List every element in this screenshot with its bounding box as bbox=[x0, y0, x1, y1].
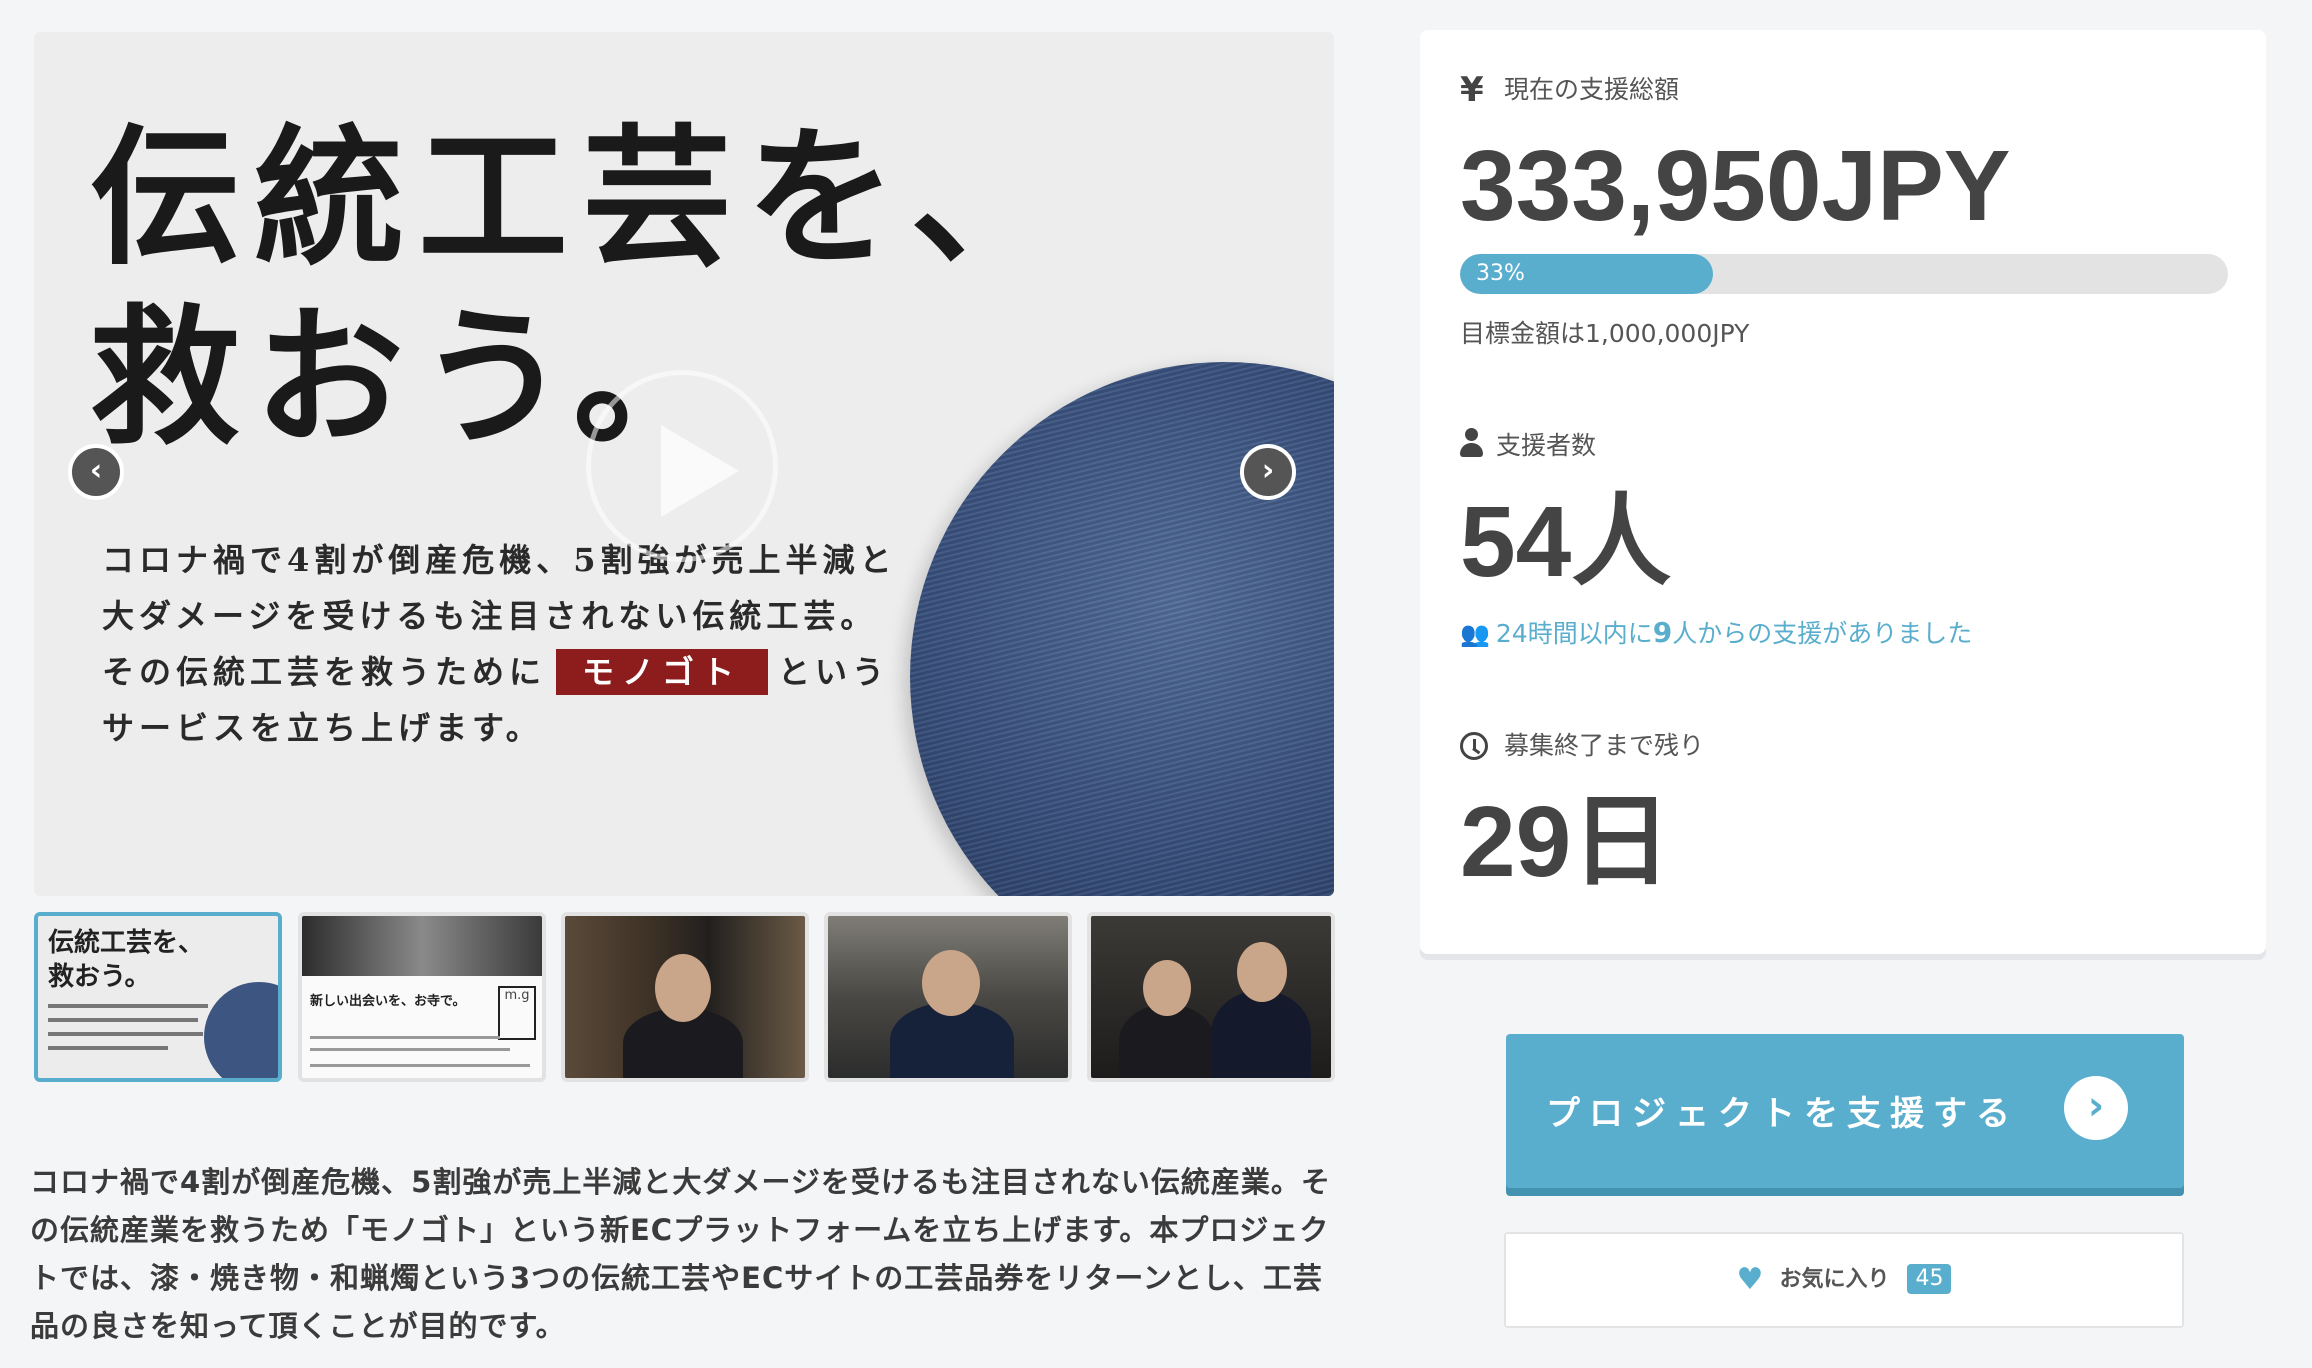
chevron-right-icon[interactable]: › bbox=[1240, 444, 1296, 500]
recent-suffix: 人からの支援がありました bbox=[1672, 619, 1973, 648]
funding-progress-fill: 33% bbox=[1460, 254, 1714, 294]
thumbnail-2-logo: m.g bbox=[498, 986, 536, 1040]
hero-body-line-1: コロナ禍で4割が倒産危機、5割強が売上半減と bbox=[102, 541, 897, 579]
funding-label-row: ¥ 現在の支援総額 bbox=[1460, 70, 1679, 110]
thumbnail-1-title: 伝統工芸を、 救おう。 bbox=[48, 928, 205, 992]
funding-amount: 333,950JPY bbox=[1460, 130, 2011, 242]
thumbnail-3[interactable] bbox=[561, 912, 809, 1082]
thumbnail-2[interactable]: 新しい出会いを、お寺で。 m.g bbox=[298, 912, 546, 1082]
favorite-button[interactable]: ♥ お気に入り 45 bbox=[1504, 1232, 2184, 1328]
backers-count: 54人 bbox=[1460, 486, 1672, 598]
hero-carousel[interactable]: 伝統工芸を、 救おう。 コロナ禍で4割が倒産危機、5割強が売上半減と 大ダメージ… bbox=[34, 32, 1334, 896]
funding-goal: 目標金額は1,000,000JPY bbox=[1460, 319, 1750, 348]
backers-label-row: 支援者数 bbox=[1460, 426, 1596, 462]
monogoto-brand-tag: モノゴト bbox=[556, 649, 769, 695]
thumbnail-1[interactable]: 伝統工芸を、 救おう。 bbox=[34, 912, 282, 1082]
thumbnail-4[interactable] bbox=[824, 912, 1072, 1082]
recent-backers-note: 👥 24時間以内に9人からの支援がありました bbox=[1460, 614, 1972, 650]
recent-prefix: 24時間以内に bbox=[1495, 619, 1653, 648]
favorite-label: お気に入り bbox=[1779, 1267, 1890, 1292]
play-icon[interactable] bbox=[586, 370, 778, 562]
person-icon bbox=[1460, 428, 1483, 458]
recent-count: 9 bbox=[1652, 616, 1673, 649]
hero-body-line-3-before: その伝統工芸を救うために bbox=[102, 653, 547, 691]
hero-title-line-2: 救おう。 bbox=[90, 290, 738, 466]
backers-label: 支援者数 bbox=[1496, 431, 1597, 460]
heart-icon: ♥ bbox=[1736, 1262, 1764, 1297]
thumbnail-2-title: 新しい出会いを、お寺で。 bbox=[310, 994, 466, 1009]
clock-icon bbox=[1460, 732, 1488, 760]
hero-title-line-1: 伝統工芸を、 bbox=[90, 110, 1075, 286]
funding-label: 現在の支援総額 bbox=[1504, 75, 1680, 104]
chevron-right-icon: › bbox=[2064, 1076, 2128, 1140]
hero-body-line-3: その伝統工芸を救うために モノゴト という bbox=[102, 644, 897, 700]
chevron-left-icon[interactable]: ‹ bbox=[68, 444, 124, 500]
funding-stats-card: ¥ 現在の支援総額 333,950JPY 33% 目標金額は1,000,000JP… bbox=[1420, 30, 2266, 954]
remaining-days: 29日 bbox=[1460, 786, 1672, 898]
hero-title: 伝統工芸を、 救おう。 bbox=[90, 108, 1074, 468]
support-project-label: プロジェクトを支援する bbox=[1546, 1094, 2019, 1134]
support-project-button[interactable]: プロジェクトを支援する › bbox=[1506, 1034, 2184, 1188]
favorite-count-badge: 45 bbox=[1907, 1264, 1952, 1294]
yen-icon: ¥ bbox=[1460, 70, 1484, 110]
hero-body-line-3-after: という bbox=[778, 653, 890, 691]
thumbnail-strip: 伝統工芸を、 救おう。 新しい出会いを、お寺で。 m.g bbox=[34, 912, 1335, 1082]
remaining-label-row: 募集終了まで残り bbox=[1460, 726, 1704, 762]
hero-body-text: コロナ禍で4割が倒産危機、5割強が売上半減と 大ダメージを受けるも注目されない伝… bbox=[102, 532, 897, 756]
thumbnail-5[interactable] bbox=[1087, 912, 1335, 1082]
hero-body-line-4: サービスを立ち上げます。 bbox=[102, 709, 543, 747]
funding-progress-bar: 33% bbox=[1460, 254, 2228, 294]
project-description: コロナ禍で4割が倒産危機、5割強が売上半減と大ダメージを受けるも注目されない伝統… bbox=[30, 1165, 1331, 1343]
remaining-label: 募集終了まで残り bbox=[1504, 731, 1705, 760]
hero-body-line-2: 大ダメージを受けるも注目されない伝統工芸。 bbox=[102, 597, 878, 635]
users-icon: 👥 bbox=[1460, 620, 1490, 648]
